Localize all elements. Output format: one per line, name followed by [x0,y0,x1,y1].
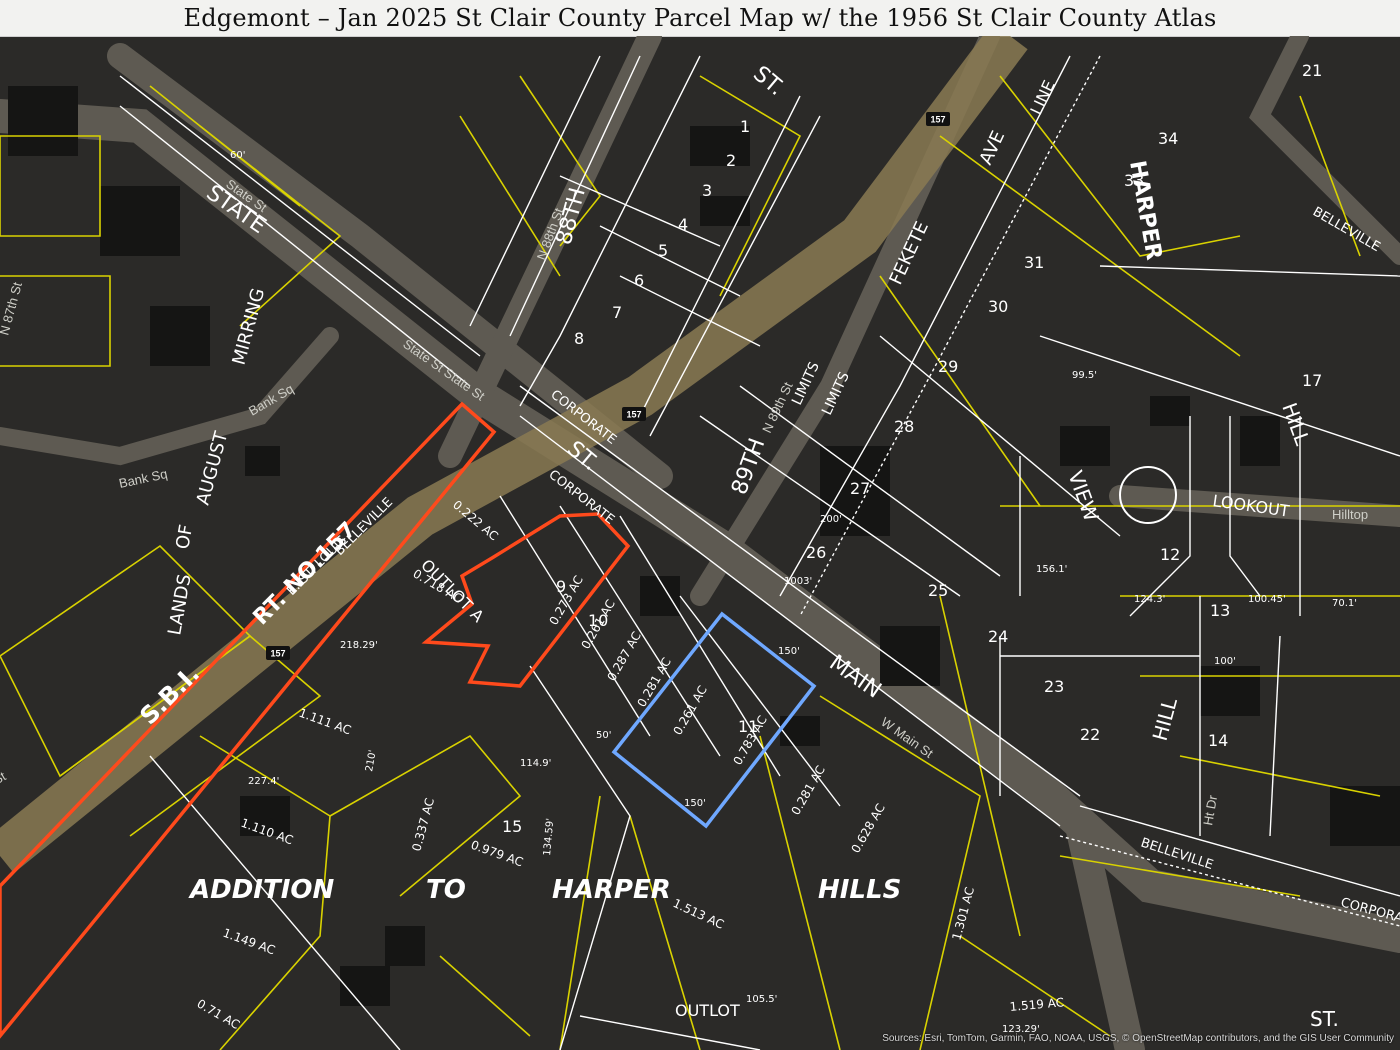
svg-text:TO: TO [426,875,466,905]
svg-text:227.4': 227.4' [248,776,279,787]
svg-text:0.628 AC: 0.628 AC [848,801,887,855]
hwy-157-shield: 157 [926,112,950,126]
svg-text:156.1': 156.1' [1036,564,1067,575]
svg-text:134.59': 134.59' [542,818,556,857]
svg-text:1.513 AC: 1.513 AC [671,896,726,932]
svg-text:0.287 AC: 0.287 AC [604,629,643,683]
svg-text:1.149 AC: 1.149 AC [221,926,277,958]
svg-text:0.281 AC: 0.281 AC [788,763,827,817]
svg-text:VIEW: VIEW [1063,468,1103,525]
svg-text:34: 34 [1158,129,1178,148]
svg-text:LANDS: LANDS [164,573,195,637]
svg-text:AVE: AVE [975,128,1009,168]
svg-text:1: 1 [740,117,750,136]
svg-text:30: 30 [988,297,1008,316]
svg-text:0.261 AC: 0.261 AC [670,683,709,737]
svg-text:24: 24 [988,627,1008,646]
svg-text:28: 28 [894,417,914,436]
svg-text:114.9': 114.9' [520,758,551,769]
svg-text:27: 27 [850,479,870,498]
svg-text:17: 17 [1302,371,1322,390]
svg-text:HILL: HILL [1148,695,1183,744]
street-label-n89: N 89th St [759,379,796,435]
svg-text:100': 100' [1214,656,1236,667]
svg-text:31: 31 [1024,253,1044,272]
svg-text:ADDITION: ADDITION [188,875,334,905]
svg-text:13: 13 [1210,601,1230,620]
street-label-bank-sq: Bank Sq [118,466,169,491]
svg-text:4: 4 [678,215,688,234]
svg-text:23: 23 [1044,677,1064,696]
hwy-157-shield: 157 [266,646,290,660]
svg-text:70.1': 70.1' [1332,598,1357,609]
svg-text:218.29': 218.29' [340,640,378,651]
hwy-157-shield: 157 [622,407,646,421]
svg-text:150': 150' [778,646,800,657]
svg-text:60': 60' [230,150,245,161]
svg-text:8: 8 [574,329,584,348]
svg-text:ST.: ST. [1310,1007,1339,1031]
street-label-ht-dr: Ht Dr [1200,793,1220,826]
svg-text:100.45': 100.45' [1248,594,1286,605]
svg-text:88TH: 88TH [552,185,591,247]
svg-text:0.979 AC: 0.979 AC [469,838,525,870]
svg-text:6: 6 [634,271,644,290]
street-label-n89-b: N 89th St [0,768,9,808]
parcel-map[interactable]: 157 157 157 State St State St State St B… [0,36,1400,1050]
svg-text:157: 157 [930,115,945,125]
svg-text:15: 15 [502,817,522,836]
svg-text:3: 3 [702,181,712,200]
svg-text:33: 33 [1124,171,1144,190]
svg-text:HARPER: HARPER [552,875,671,905]
svg-text:HILLS: HILLS [818,875,901,905]
svg-text:1.111 AC: 1.111 AC [297,706,353,738]
svg-text:HILL: HILL [1277,400,1315,450]
svg-text:2: 2 [726,151,736,170]
svg-text:0.71 AC: 0.71 AC [195,996,243,1032]
svg-text:157: 157 [270,649,285,659]
map-title-bar: Edgemont – Jan 2025 St Clair County Parc… [0,0,1400,37]
svg-text:1003': 1003' [784,576,812,587]
svg-text:14: 14 [1208,731,1228,750]
svg-text:26: 26 [806,543,826,562]
svg-text:200': 200' [820,514,842,525]
svg-text:OF: OF [172,523,197,551]
svg-text:7: 7 [612,303,622,322]
svg-text:MIRRING: MIRRING [229,286,270,367]
svg-text:124.3': 124.3' [1134,594,1165,605]
svg-text:12: 12 [1160,545,1180,564]
svg-text:5: 5 [658,241,668,260]
street-label-hilltop: Hilltop [1332,507,1368,522]
svg-text:21: 21 [1302,61,1322,80]
svg-text:1.519 AC: 1.519 AC [1009,995,1065,1014]
svg-text:210': 210' [364,749,379,772]
svg-text:OUTLOT: OUTLOT [675,1001,740,1020]
svg-text:157: 157 [626,410,641,420]
svg-text:25: 25 [928,581,948,600]
svg-text:99.5': 99.5' [1072,370,1097,381]
map-attribution: Sources: Esri, TomTom, Garmin, FAO, NOAA… [882,1033,1394,1044]
svg-text:LINE: LINE [1026,77,1058,117]
svg-text:1.301 AC: 1.301 AC [949,885,977,941]
street-label-n87: N 87th St [0,280,25,337]
svg-text:ST.: ST. [748,61,788,101]
svg-text:50': 50' [596,730,611,741]
svg-text:105.5': 105.5' [746,994,777,1005]
svg-text:0.337 AC: 0.337 AC [409,796,437,852]
svg-text:29: 29 [938,357,958,376]
map-canvas[interactable]: 157 157 157 State St State St State St B… [0,36,1400,1050]
svg-text:22: 22 [1080,725,1100,744]
svg-text:150': 150' [684,798,706,809]
map-title: Edgemont – Jan 2025 St Clair County Parc… [183,4,1217,32]
